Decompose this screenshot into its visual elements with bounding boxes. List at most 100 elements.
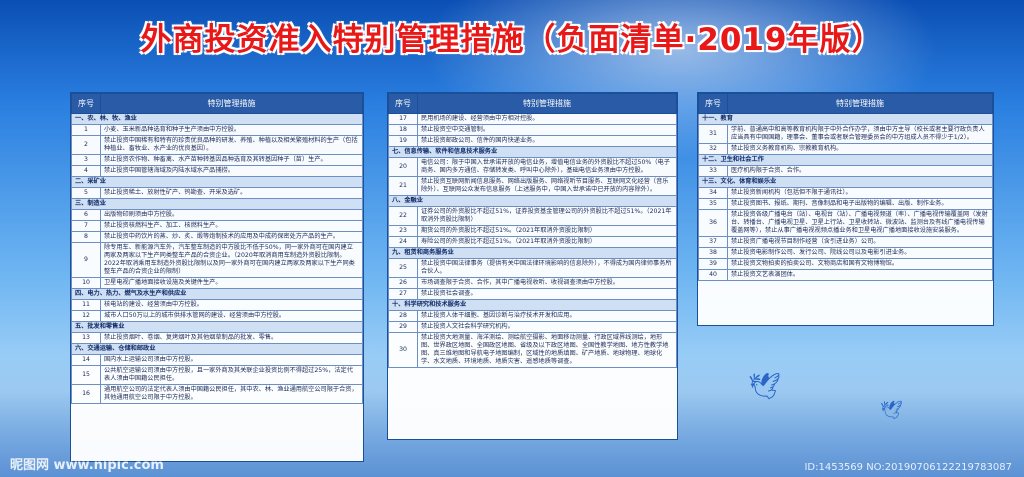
measure-text: 禁止投资中国管辖海域及内陆水域水产品捕捞。	[100, 165, 363, 177]
measure-text: 核电站的建设、经营须由中方控股。	[100, 299, 363, 311]
row-number: 31	[698, 124, 728, 144]
measure-text: 禁止投资文物拍卖的拍卖公司、文物商店和国有文物博物馆。	[727, 258, 993, 270]
section-title: 三、制造业	[71, 198, 363, 210]
row-number: 16	[71, 384, 101, 404]
watermark-id: ID:1453569 NO:20190706122219783087	[804, 462, 1012, 473]
table-row: 8 禁止投资中药饮片的蒸、炒、炙、煅等炮制技术的应用及中成药保密处方产品的生产。	[71, 231, 363, 243]
table-row: 26 市场调查限于合资、合作，其中广播电视收听、收视调查须由中方控股。	[388, 277, 677, 289]
dove-icon: 🕊	[748, 372, 782, 402]
row-number: 12	[71, 310, 101, 322]
col-header-measure: 特别管理措施	[727, 93, 993, 114]
measure-text: 卫星电视广播地面接收设施及关键件生产。	[100, 277, 363, 289]
measure-text: 禁止投资核燃料生产、加工、核燃料生产。	[100, 220, 363, 232]
table-row: 12 城市人口50万以上的城市供排水管网的建设、经营须由中方控股。	[71, 310, 363, 322]
table-row: 39 禁止投资文物拍卖的拍卖公司、文物商店和国有文物博物馆。	[698, 258, 993, 270]
measure-text: 市场调查限于合资、合作，其中广播电视收听、收视调查须由中方控股。	[417, 277, 677, 289]
measure-text: 出版物印刷须由中方控股。	[100, 209, 363, 221]
measure-text: 禁止投资中药饮片的蒸、炒、炙、煅等炮制技术的应用及中成药保密处方产品的生产。	[100, 231, 363, 243]
table-row: 19 禁止投资邮政公司、信件的国内快递业务。	[388, 135, 677, 147]
row-number: 30	[388, 332, 418, 368]
section-title: 十三、文化、体育和娱乐业	[698, 176, 993, 188]
watermark-logo: 昵图网 www.nipic.com	[10, 458, 164, 473]
row-number: 40	[698, 269, 728, 281]
measure-text: 禁止投资图书、报纸、期刊、音像制品和电子出版物的编辑、出版、制作业务。	[727, 198, 993, 210]
row-number: 23	[388, 225, 418, 237]
measures-table-panel-1: 序号 特别管理措施 一、农、林、牧、渔业 1 小麦、玉米新品种选育和种子生产须由中方…	[70, 92, 364, 462]
table-row: 7 禁止投资核燃料生产、加工、核燃料生产。	[71, 220, 363, 232]
measure-text: 禁止投资电影制作公司、发行公司、院线公司以及电影引进业务。	[727, 247, 993, 259]
measure-text: 禁止投资农作物、种畜禽、水产苗种转基因品种选育及其转基因种子（苗）生产。	[100, 154, 363, 166]
measure-text: 禁止投资社会调查。	[417, 288, 677, 300]
table-row: 24 寿险公司的外资股比不超过51%。（2021年取消外资股比限制）	[388, 236, 677, 248]
row-number: 18	[388, 124, 418, 136]
section-title: 八、金融业	[388, 195, 677, 207]
row-number: 8	[71, 231, 101, 243]
measure-text: 禁止投资义务教育机构、宗教教育机构。	[727, 143, 993, 155]
measure-text: 除专用车、新能源汽车外，汽车整车制造的中方股比不低于50%，同一家外商可在国内建…	[100, 242, 363, 278]
table-row: 22 证券公司的外资股比不超过51%，证券投资基金管理公司的外资股比不超过51%。…	[388, 206, 677, 226]
row-number: 7	[71, 220, 101, 232]
table-row: 13 禁止投资烟叶、卷烟、复烤烟叶及其他烟草制品的批发、零售。	[71, 332, 363, 344]
row-number: 35	[698, 198, 728, 210]
measures-table: 序号 特别管理措施 十一、教育 31 学前、普通高中和高等教育机构限于中外合作办学，…	[698, 93, 993, 281]
row-number: 26	[388, 277, 418, 289]
measure-text: 国内水上运输公司须由中方控股。	[100, 354, 363, 366]
row-number: 39	[698, 258, 728, 270]
table-row: 32 禁止投资义务教育机构、宗教教育机构。	[698, 143, 993, 155]
measure-text: 学前、普通高中和高等教育机构限于中外合作办学，须由中方主导（校长或者主要行政负责…	[727, 124, 993, 144]
table-row: 34 禁止投资新闻机构（包括但不限于通讯社）。	[698, 187, 993, 199]
row-number: 6	[71, 209, 101, 221]
col-header-no: 序号	[388, 93, 418, 114]
row-number: 15	[71, 365, 101, 385]
table-row: 2 禁止投资中国稀有和特有的珍贵优良品种的研发、养殖、种植以及相关繁殖材料的生产（…	[71, 135, 363, 155]
measure-text: 禁止投资烟叶、卷烟、复烤烟叶及其他烟草制品的批发、零售。	[100, 332, 363, 344]
measure-text: 禁止投资人文社会科学研究机构。	[417, 321, 677, 333]
col-header-no: 序号	[698, 93, 728, 114]
measure-text: 电信公司：限于中国入世承诺开放的电信业务，增值电信业务的外资股比不超过50%（电…	[417, 157, 677, 177]
row-number: 4	[71, 165, 101, 177]
section-header-row: 三、制造业	[71, 198, 363, 210]
measure-text: 禁止投资广播电视节目制作经营（含引进业务）公司。	[727, 236, 993, 248]
section-header-row: 八、金融业	[388, 195, 677, 207]
table-row: 36 禁止投资各级广播电台（站）、电视台（站）、广播电视频道（率）、广播电视传输覆…	[698, 209, 993, 237]
section-header-row: 十一、教育	[698, 113, 993, 125]
measure-text: 禁止投资各级广播电台（站）、电视台（站）、广播电视频道（率）、广播电视传输覆盖网…	[727, 209, 993, 237]
row-number: 5	[71, 187, 101, 199]
col-header-measure: 特别管理措施	[417, 93, 677, 114]
measures-table: 序号 特别管理措施 一、农、林、牧、渔业 1 小麦、玉米新品种选育和种子生产须由中方…	[71, 93, 363, 404]
table-row: 30 禁止投资大地测量、海洋测绘、测绘航空摄影、地面移动测量、行政区域界线测绘，地…	[388, 332, 677, 368]
table-row: 27 禁止投资社会调查。	[388, 288, 677, 300]
measure-text: 医疗机构限于合资、合作。	[727, 165, 993, 177]
row-number: 33	[698, 165, 728, 177]
row-number: 38	[698, 247, 728, 259]
table-row: 3 禁止投资农作物、种畜禽、水产苗种转基因品种选育及其转基因种子（苗）生产。	[71, 154, 363, 166]
row-number: 17	[388, 113, 418, 125]
table-row: 16 通用航空公司的法定代表人须由中国籍公民担任，其中农、林、渔业通用航空公司限于…	[71, 384, 363, 404]
row-number: 1	[71, 124, 101, 136]
table-row: 10 卫星电视广播地面接收设施及关键件生产。	[71, 277, 363, 289]
row-number: 11	[71, 299, 101, 311]
table-row: 33 医疗机构限于合资、合作。	[698, 165, 993, 177]
row-number: 25	[388, 258, 418, 278]
table-row: 31 学前、普通高中和高等教育机构限于中外合作办学，须由中方主导（校长或者主要行政…	[698, 124, 993, 144]
section-header-row: 九、租赁和商务服务业	[388, 247, 677, 259]
table-row: 40 禁止投资文艺表演团体。	[698, 269, 993, 281]
measure-text: 证券公司的外资股比不超过51%，证券投资基金管理公司的外资股比不超过51%。（2…	[417, 206, 677, 226]
row-number: 34	[698, 187, 728, 199]
section-title: 四、电力、热力、燃气及水生产和供应业	[71, 288, 363, 300]
measure-text: 禁止投资中国稀有和特有的珍贵优良品种的研发、养殖、种植以及相关繁殖材料的生产（包…	[100, 135, 363, 155]
table-row: 11 核电站的建设、经营须由中方控股。	[71, 299, 363, 311]
section-header-row: 十、科学研究和技术服务业	[388, 299, 677, 311]
row-number: 36	[698, 209, 728, 237]
row-number: 10	[71, 277, 101, 289]
measure-text: 禁止投资邮政公司、信件的国内快递业务。	[417, 135, 677, 147]
measure-text: 小麦、玉米新品种选育和种子生产须由中方控股。	[100, 124, 363, 136]
row-number: 13	[71, 332, 101, 344]
table-row: 17 民用机场的建设、经营须由中方相对控股。	[388, 113, 677, 125]
dove-icon: 🕊	[880, 400, 903, 421]
col-header-measure: 特别管理措施	[100, 93, 363, 114]
section-header-row: 五、批发和零售业	[71, 321, 363, 333]
measures-table: 序号 特别管理措施 17 民用机场的建设、经营须由中方相对控股。 18 禁止投资空中交…	[388, 93, 677, 368]
page-title: 外商投资准入特别管理措施（负面清单·2019年版）	[140, 22, 884, 58]
measures-table-panel-3: 序号 特别管理措施 十一、教育 31 学前、普通高中和高等教育机构限于中外合作办学，…	[697, 92, 994, 326]
